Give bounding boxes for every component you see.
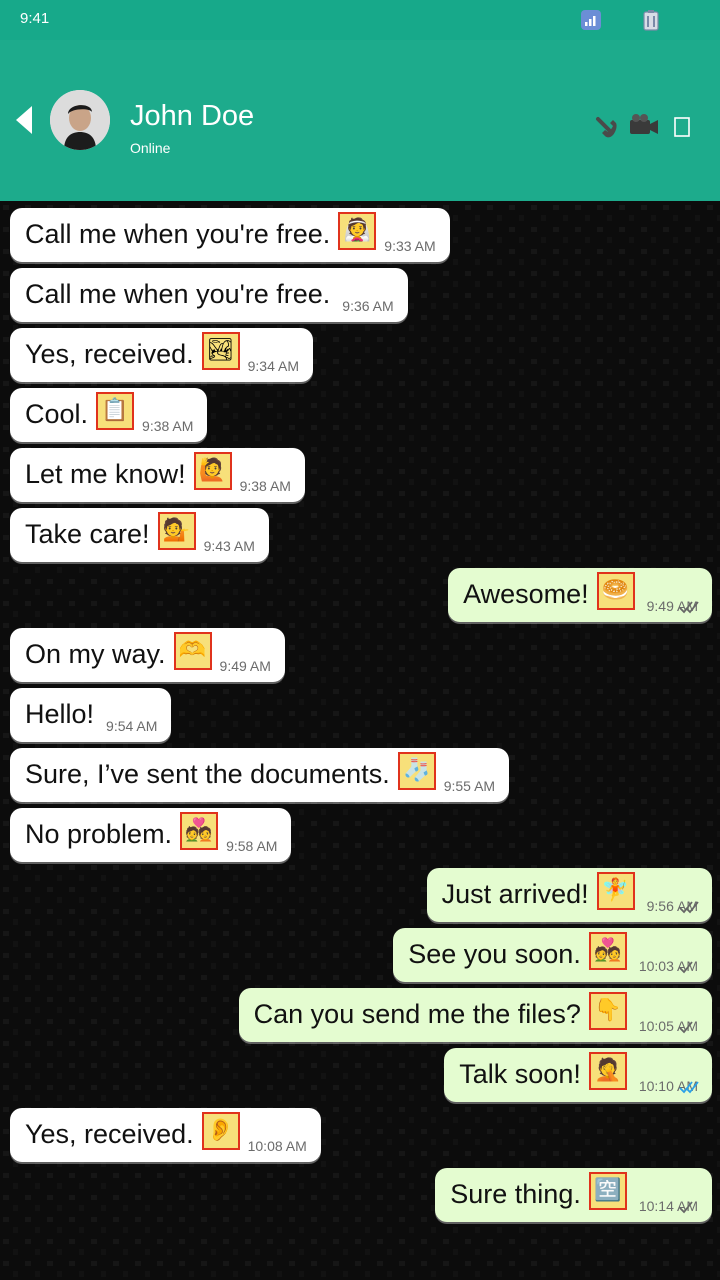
chat-header: John Doe Online: [0, 40, 720, 201]
message-time: 9:36 AM: [342, 298, 394, 314]
message-time: 9:55 AM: [443, 778, 496, 794]
incoming-message-bubble[interactable]: Cool. 📋 9:38 AM: [10, 388, 208, 442]
incoming-message-bubble[interactable]: Hello! 9:54 AM: [10, 688, 172, 742]
message-text: Talk soon!: [459, 1059, 581, 1089]
message-text: Awesome!: [463, 579, 589, 609]
message-time: 9:54 AM: [106, 718, 158, 734]
person-tipping-hand-icon: 💁: [157, 512, 196, 550]
outgoing-message-bubble[interactable]: Awesome! 🥯 9:49 AM: [448, 568, 712, 622]
message-text: Just arrived!: [441, 879, 589, 909]
sent-tick-icon: [679, 1021, 693, 1034]
message-text: Let me know!: [25, 459, 186, 489]
double-tick-icon: [679, 1081, 699, 1094]
message-text: Call me when you're free.: [25, 219, 331, 249]
avatar[interactable]: [50, 90, 110, 150]
incoming-message-bubble[interactable]: Call me when you're free. 9:36 AM: [10, 268, 408, 322]
incoming-message-bubble[interactable]: Take care! 💁 9:43 AM: [10, 508, 269, 562]
incoming-message-bubble[interactable]: Sure, I’ve sent the documents. 🧦 9:55 AM: [10, 748, 510, 802]
socks-icon: 🧦: [397, 752, 436, 790]
woman-with-veil-icon: 👰: [338, 212, 377, 250]
heart-hands-icon: 🫶: [173, 632, 212, 670]
incoming-message-bubble[interactable]: Yes, received. 👂 10:08 AM: [10, 1108, 321, 1162]
person-raising-hand-icon: 🙋: [193, 452, 232, 490]
clipboard-icon: 📋: [96, 392, 135, 430]
japanese-vacancy-button-icon: 🈳: [588, 1172, 627, 1210]
outgoing-message-bubble[interactable]: Talk soon! 🤦 10:10 AM: [444, 1048, 712, 1102]
contact-name: John Doe: [130, 100, 255, 132]
backhand-index-pointing-down-icon: 👇: [588, 992, 627, 1030]
outgoing-message-bubble[interactable]: Sure thing. 🈳 10:14 AM: [435, 1168, 712, 1222]
more-options-icon[interactable]: [668, 110, 700, 142]
message-text: Yes, received.: [25, 1119, 194, 1149]
message-text: Yes, received.: [25, 339, 194, 369]
incoming-message-bubble[interactable]: Yes, received. 🏞 9:34 AM: [10, 328, 313, 382]
message-text: Can you send me the files?: [253, 999, 581, 1029]
incoming-message-bubble[interactable]: No problem. 💑 9:58 AM: [10, 808, 292, 862]
incoming-message-bubble[interactable]: Let me know! 🙋 9:38 AM: [10, 448, 305, 502]
fairy-icon: 🧚: [596, 872, 635, 910]
status-time: 9:41: [20, 10, 50, 27]
couple-with-heart-icon: 💑: [180, 812, 219, 850]
battery-icon: [643, 10, 659, 31]
ear-icon: 👂: [201, 1112, 240, 1150]
signal-icon: [581, 10, 601, 30]
incoming-message-bubble[interactable]: On my way. 🫶 9:49 AM: [10, 628, 285, 682]
outgoing-message-bubble[interactable]: Just arrived! 🧚 9:56 AM: [426, 868, 712, 922]
back-arrow-icon[interactable]: [10, 102, 36, 138]
message-text: Take care!: [25, 519, 150, 549]
chat-area: Call me when you're free. 👰 9:33 AM Call me…: [0, 201, 720, 1280]
message-text: Sure, I’ve sent the documents.: [25, 759, 390, 789]
message-time: 9:38 AM: [239, 478, 291, 494]
message-text: On my way.: [25, 639, 166, 669]
message-time: 9:33 AM: [384, 238, 436, 254]
message-text: No problem.: [25, 819, 173, 849]
double-tick-icon: [679, 901, 699, 914]
contact-status: Online: [130, 140, 171, 156]
person-facepalming-icon: 🤦: [588, 1052, 627, 1090]
video-camera-icon[interactable]: [628, 110, 660, 142]
bagel-icon: 🥯: [596, 572, 635, 610]
message-time: 10:08 AM: [247, 1138, 307, 1154]
message-text: Cool.: [25, 399, 89, 429]
phone-icon[interactable]: [588, 110, 620, 142]
message-time: 9:38 AM: [142, 418, 194, 434]
outgoing-message-bubble[interactable]: See you soon. 💑 10:03 AM: [393, 928, 712, 982]
message-text: Sure thing.: [450, 1179, 581, 1209]
message-time: 9:34 AM: [247, 358, 299, 374]
sent-tick-icon: [679, 961, 693, 974]
sent-tick-icon: [679, 1201, 693, 1214]
couple-with-heart-icon: 💑: [588, 932, 627, 970]
avatar-photo: [50, 90, 110, 150]
double-tick-icon: [679, 601, 699, 614]
message-text: Hello!: [25, 699, 95, 729]
message-text: Call me when you're free.: [25, 279, 331, 309]
outgoing-message-bubble[interactable]: Can you send me the files? 👇 10:05 AM: [238, 988, 712, 1042]
message-text: See you soon.: [408, 939, 581, 969]
message-time: 9:43 AM: [203, 538, 255, 554]
incoming-message-bubble[interactable]: Call me when you're free. 👰 9:33 AM: [10, 208, 450, 262]
national-park-icon: 🏞: [201, 332, 240, 370]
message-time: 9:49 AM: [219, 658, 271, 674]
message-time: 9:58 AM: [226, 838, 278, 854]
status-bar: 9:41: [0, 0, 720, 40]
